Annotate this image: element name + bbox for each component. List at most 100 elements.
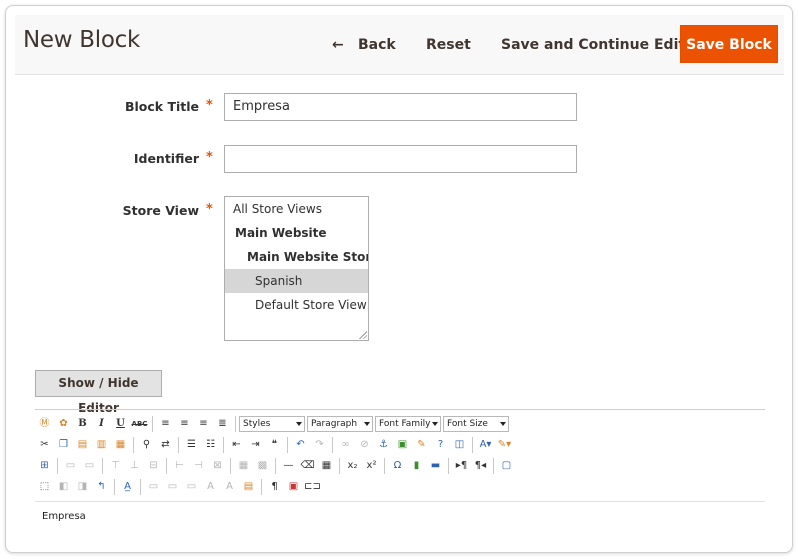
align-justify-icon[interactable]: ≣ bbox=[215, 416, 231, 432]
paste-word-icon[interactable]: ▦ bbox=[113, 437, 129, 453]
paragraph-select[interactable]: Paragraph bbox=[307, 416, 373, 432]
help-icon[interactable]: ? bbox=[433, 437, 449, 453]
html-source-icon[interactable]: ◫ bbox=[452, 437, 468, 453]
bullet-list-icon[interactable]: ☰ bbox=[184, 437, 200, 453]
cleanup-icon[interactable]: ✎ bbox=[414, 437, 430, 453]
strikethrough-icon[interactable]: ABC bbox=[132, 416, 148, 432]
toolbar-separator bbox=[384, 458, 385, 474]
ltr-icon[interactable]: ▸¶ bbox=[454, 458, 470, 474]
merge-cells-icon[interactable]: ▩ bbox=[255, 458, 271, 474]
ins-icon[interactable]: A bbox=[222, 479, 238, 495]
underline-icon[interactable]: U bbox=[113, 416, 129, 432]
delete-row-icon[interactable]: ⊟ bbox=[146, 458, 162, 474]
text-color-icon[interactable]: A▾ bbox=[478, 437, 494, 453]
move-backward-icon[interactable]: ◨ bbox=[75, 479, 91, 495]
split-cells-icon[interactable]: ▦ bbox=[236, 458, 252, 474]
insert-col-after-icon[interactable]: ⊣ bbox=[191, 458, 207, 474]
non-breaking-icon[interactable]: ▣ bbox=[286, 479, 302, 495]
show-hide-editor-button[interactable]: Show / Hide Editor bbox=[35, 370, 162, 415]
editor-toolbar-row-3: ⊞ ▭ ▭ ⊤ ⊥ ⊟ ⊢ ⊣ ⊠ ▦ ▩ — ⌫ ▦ x₂ x² Ω ▮ ▬ bbox=[35, 456, 516, 476]
page-break-icon[interactable]: ⊏⊐ bbox=[304, 479, 321, 495]
toolbar-separator bbox=[275, 458, 276, 474]
visual-chars-icon[interactable]: ¶ bbox=[267, 479, 283, 495]
copy-icon[interactable]: ❐ bbox=[56, 437, 72, 453]
magento-widget-icon[interactable]: Ⓜ bbox=[37, 416, 53, 432]
cell-props-icon[interactable]: ▭ bbox=[82, 458, 98, 474]
media-icon[interactable]: ▮ bbox=[409, 458, 425, 474]
outdent-icon[interactable]: ⇤ bbox=[229, 437, 245, 453]
identifier-label: Identifier bbox=[133, 151, 199, 166]
toolbar-separator bbox=[261, 479, 262, 495]
font-family-select[interactable]: Font Family bbox=[375, 416, 441, 432]
special-char-icon[interactable]: Ω bbox=[390, 458, 406, 474]
bold-icon[interactable]: B bbox=[75, 416, 91, 432]
insert-layer-icon[interactable]: ⬚ bbox=[37, 479, 53, 495]
absolute-icon[interactable]: ↰ bbox=[94, 479, 110, 495]
paste-icon[interactable]: ▤ bbox=[75, 437, 91, 453]
replace-icon[interactable]: ⇄ bbox=[158, 437, 174, 453]
fullscreen-icon[interactable]: ▢ bbox=[499, 458, 515, 474]
toolbar-separator bbox=[152, 416, 153, 432]
attribs-icon[interactable]: ▤ bbox=[241, 479, 257, 495]
store-view-option[interactable]: All Store Views bbox=[225, 197, 368, 221]
reset-button[interactable]: Reset bbox=[426, 29, 471, 61]
find-icon[interactable]: ⚲ bbox=[139, 437, 155, 453]
align-left-icon[interactable]: ≡ bbox=[158, 416, 174, 432]
background-color-icon[interactable]: ✎▾ bbox=[497, 437, 513, 453]
horizontal-rule-icon[interactable]: — bbox=[281, 458, 297, 474]
anchor-icon[interactable]: ⚓ bbox=[376, 437, 392, 453]
store-view-label: Store View bbox=[122, 203, 199, 218]
store-view-options: All Store Views Main Website Main Website … bbox=[225, 197, 368, 317]
numbered-list-icon[interactable]: ☷ bbox=[203, 437, 219, 453]
store-view-option[interactable]: Spanish bbox=[225, 269, 368, 293]
back-button[interactable]: ← Back bbox=[332, 29, 396, 61]
toolbar-separator bbox=[287, 437, 288, 453]
toolbar-separator bbox=[166, 458, 167, 474]
insert-col-before-icon[interactable]: ⊢ bbox=[172, 458, 188, 474]
cut-icon[interactable]: ✂ bbox=[37, 437, 53, 453]
block-title-label: Block Title bbox=[124, 99, 199, 114]
blockquote-icon[interactable]: ❝ bbox=[267, 437, 283, 453]
font-size-select[interactable]: Font Size bbox=[443, 416, 509, 432]
abbr-icon[interactable]: ▭ bbox=[165, 479, 181, 495]
toolbar-separator bbox=[332, 437, 333, 453]
image-icon[interactable]: ▣ bbox=[395, 437, 411, 453]
subscript-icon[interactable]: x₂ bbox=[345, 458, 361, 474]
editor-content-area[interactable]: Empresa bbox=[35, 501, 765, 539]
del-icon[interactable]: A bbox=[203, 479, 219, 495]
align-center-icon[interactable]: ≡ bbox=[177, 416, 193, 432]
save-block-button[interactable]: Save Block bbox=[680, 25, 778, 63]
insert-variable-icon[interactable]: ✿ bbox=[56, 416, 72, 432]
store-view-option[interactable]: Main Website Store bbox=[225, 245, 368, 269]
undo-icon[interactable]: ↶ bbox=[293, 437, 309, 453]
store-view-option[interactable]: Default Store View bbox=[225, 293, 368, 317]
identifier-input[interactable] bbox=[224, 145, 577, 173]
advanced-hr-icon[interactable]: ▬ bbox=[428, 458, 444, 474]
redo-icon[interactable]: ↷ bbox=[312, 437, 328, 453]
move-forward-icon[interactable]: ◧ bbox=[56, 479, 72, 495]
row-props-icon[interactable]: ▭ bbox=[63, 458, 79, 474]
store-view-option[interactable]: Main Website bbox=[225, 221, 368, 245]
superscript-icon[interactable]: x² bbox=[364, 458, 380, 474]
resize-grip-icon[interactable] bbox=[359, 331, 367, 339]
delete-col-icon[interactable]: ⊠ bbox=[210, 458, 226, 474]
block-title-input[interactable]: Empresa bbox=[224, 93, 577, 121]
table-icon[interactable]: ⊞ bbox=[37, 458, 53, 474]
remove-format-icon[interactable]: ⌫ bbox=[300, 458, 316, 474]
indent-icon[interactable]: ⇥ bbox=[248, 437, 264, 453]
styles-select[interactable]: Styles bbox=[239, 416, 305, 432]
rtl-icon[interactable]: ¶◂ bbox=[473, 458, 489, 474]
cite-icon[interactable]: ▭ bbox=[146, 479, 162, 495]
italic-icon[interactable]: I bbox=[94, 416, 110, 432]
align-right-icon[interactable]: ≡ bbox=[196, 416, 212, 432]
unlink-icon[interactable]: ⊘ bbox=[357, 437, 373, 453]
acronym-icon[interactable]: ▭ bbox=[184, 479, 200, 495]
insert-row-before-icon[interactable]: ⊤ bbox=[108, 458, 124, 474]
paste-text-icon[interactable]: ▥ bbox=[94, 437, 110, 453]
link-icon[interactable]: ∞ bbox=[338, 437, 354, 453]
visual-aid-icon[interactable]: ▦ bbox=[319, 458, 335, 474]
style-props-icon[interactable]: A̲ bbox=[120, 479, 136, 495]
store-view-multiselect[interactable]: All Store Views Main Website Main Website … bbox=[224, 196, 369, 341]
insert-row-after-icon[interactable]: ⊥ bbox=[127, 458, 143, 474]
save-and-continue-button[interactable]: Save and Continue Edit bbox=[501, 29, 685, 61]
